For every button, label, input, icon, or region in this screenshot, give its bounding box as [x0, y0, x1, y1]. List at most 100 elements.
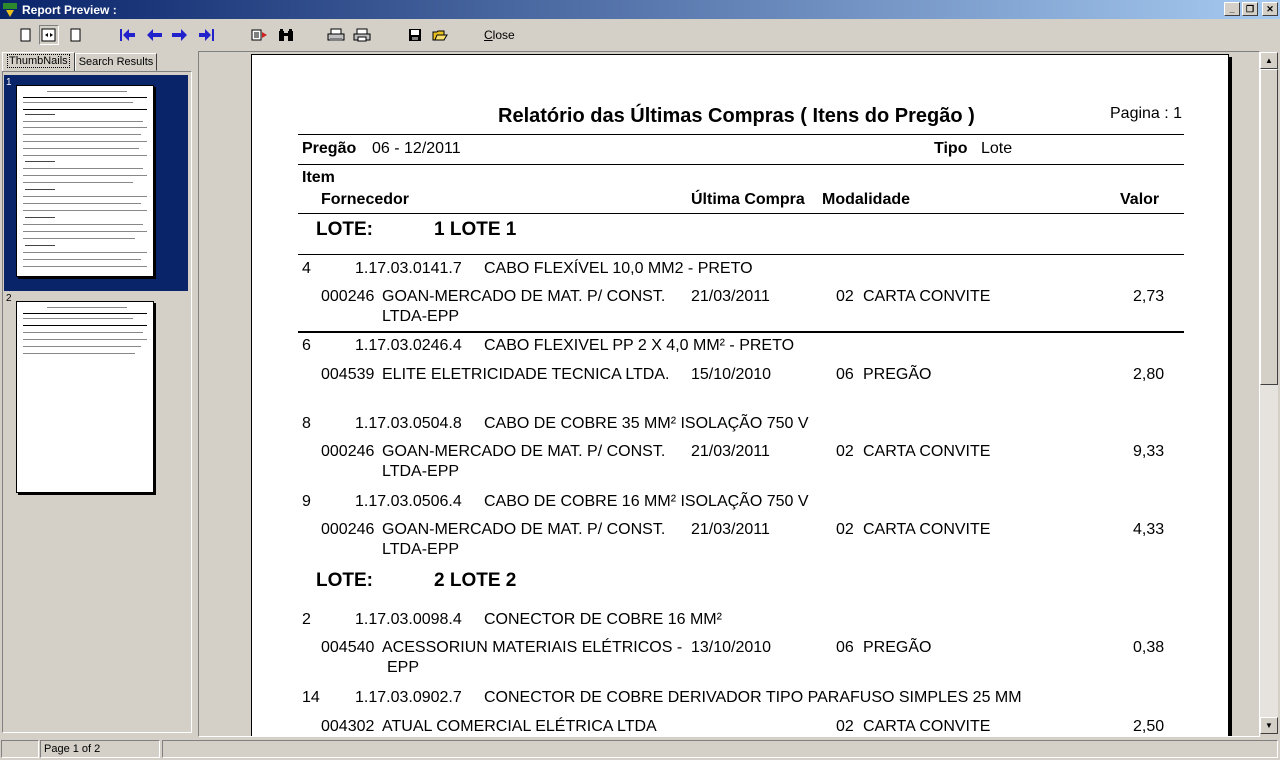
item-description: CABO FLEXIVEL PP 2 X 4,0 MM² - PRETO — [484, 337, 795, 354]
modality-code: 06 — [836, 639, 854, 656]
supplier-code: 004539 — [321, 366, 375, 383]
supplier-code: 004302 — [321, 718, 375, 735]
window-title: Report Preview : — [22, 2, 117, 17]
value: 2,50 — [1133, 718, 1165, 735]
lote-label: LOTE: — [316, 570, 373, 591]
thumbnail-number-2: 2 — [6, 293, 12, 304]
value: 9,33 — [1133, 443, 1165, 460]
arrow-right-icon — [172, 29, 187, 41]
binoculars-icon — [279, 29, 293, 41]
purchase-date: 21/03/2011 — [691, 288, 770, 305]
supplier-name-cont: LTDA-EPP — [382, 463, 460, 480]
close-window-button[interactable]: ✕ — [1262, 2, 1278, 16]
restore-button[interactable]: ❐ — [1242, 2, 1258, 16]
value: 4,33 — [1133, 521, 1165, 538]
close-button[interactable]: Close — [484, 28, 515, 42]
supplier-name: GOAN-MERCADO DE MAT. P/ CONST. — [382, 443, 666, 460]
supplier-code: 000246 — [321, 443, 375, 460]
tipo-label: Tipo — [934, 140, 968, 157]
previous-page-button[interactable] — [145, 25, 165, 45]
header-modalidade: Modalidade — [822, 191, 911, 208]
header-fornecedor: Fornecedor — [321, 191, 410, 208]
pregao-label: Pregão — [302, 140, 357, 157]
goto-page-icon — [251, 29, 267, 41]
item-code: 1.17.03.0098.4 — [355, 611, 462, 628]
thumbnail-page-1[interactable] — [16, 85, 154, 277]
tipo-value: Lote — [981, 140, 1013, 157]
scroll-down-button[interactable]: ▼ — [1260, 717, 1278, 734]
status-panel — [1, 740, 39, 758]
toolbar: Close — [0, 19, 1280, 51]
thumbnail-number-1: 1 — [6, 77, 12, 88]
print-button[interactable] — [352, 25, 372, 45]
title-bar: Report Preview : _ ❐ ✕ — [0, 0, 1280, 19]
modality-code: 02 — [836, 718, 854, 735]
thumbnail-page-2[interactable] — [16, 301, 154, 493]
next-page-button[interactable] — [170, 25, 190, 45]
page-width-icon — [41, 28, 56, 42]
item-number: 6 — [302, 337, 311, 354]
lote-name: 1 LOTE 1 — [434, 219, 517, 240]
header-item: Item — [302, 169, 335, 186]
divider — [298, 134, 1184, 135]
item-description: CONECTOR DE COBRE DERIVADOR TIPO PARAFUS… — [484, 689, 1022, 706]
single-page-button[interactable] — [16, 25, 36, 45]
purchase-date: 15/10/2010 — [691, 366, 772, 383]
modality-name: PREGÃO — [863, 366, 932, 383]
purchase-date: 13/10/2010 — [691, 639, 772, 656]
item-number: 9 — [302, 493, 311, 510]
divider — [298, 254, 1184, 255]
supplier-name: ACESSORIUN MATERIAIS ELÉTRICOS - — [382, 639, 683, 656]
open-button[interactable] — [430, 25, 450, 45]
first-page-button[interactable] — [118, 25, 138, 45]
page-width-button[interactable] — [39, 25, 59, 45]
print-setup-button[interactable] — [326, 25, 346, 45]
report-preview-area[interactable]: Relatório das Últimas Compras ( Itens do… — [198, 51, 1260, 737]
app-icon — [2, 2, 18, 18]
go-to-page-button[interactable] — [250, 25, 270, 45]
supplier-code: 000246 — [321, 521, 375, 538]
first-page-icon — [120, 29, 135, 41]
scroll-up-button[interactable]: ▲ — [1260, 52, 1278, 69]
purchase-date: 21/03/2011 — [691, 443, 770, 460]
purchase-date: 21/03/2011 — [691, 521, 770, 538]
supplier-name: GOAN-MERCADO DE MAT. P/ CONST. — [382, 288, 666, 305]
report-title: Relatório das Últimas Compras ( Itens do… — [498, 105, 975, 127]
item-code: 1.17.03.0504.8 — [355, 415, 462, 432]
item-number: 14 — [302, 689, 320, 706]
supplier-name-cont: LTDA-EPP — [382, 308, 460, 325]
modality-code: 02 — [836, 288, 854, 305]
divider — [298, 331, 1184, 333]
status-page-info: Page 1 of 2 — [40, 740, 160, 758]
tab-thumbnails[interactable]: ThumbNails — [2, 52, 75, 72]
minimize-button[interactable]: _ — [1224, 2, 1240, 16]
item-code: 1.17.03.0506.4 — [355, 493, 462, 510]
floppy-disk-icon — [409, 29, 421, 41]
modality-name: CARTA CONVITE — [863, 288, 991, 305]
arrow-left-icon — [147, 29, 162, 41]
printer-setup-icon — [327, 28, 345, 41]
item-description: CABO DE COBRE 35 MM² ISOLAÇÃO 750 V — [484, 415, 809, 432]
status-bar: Page 1 of 2 — [0, 738, 1280, 760]
scroll-thumb[interactable] — [1260, 69, 1278, 385]
supplier-name-cont: EPP — [387, 659, 420, 676]
pregao-value: 06 - 12/2011 — [372, 140, 461, 157]
save-button[interactable] — [405, 25, 425, 45]
item-number: 8 — [302, 415, 311, 432]
modality-name: CARTA CONVITE — [863, 443, 991, 460]
last-page-button[interactable] — [197, 25, 217, 45]
header-valor: Valor — [1120, 191, 1160, 208]
single-page-icon — [20, 28, 31, 42]
supplier-code: 000246 — [321, 288, 375, 305]
search-button[interactable] — [276, 25, 296, 45]
report-page: Relatório das Últimas Compras ( Itens do… — [251, 54, 1229, 736]
vertical-scrollbar[interactable]: ▲ ▼ — [1260, 52, 1278, 734]
full-page-button[interactable] — [66, 25, 86, 45]
value: 2,80 — [1133, 366, 1165, 383]
open-folder-icon — [432, 30, 448, 41]
supplier-name: GOAN-MERCADO DE MAT. P/ CONST. — [382, 521, 666, 538]
status-panel — [162, 740, 1278, 758]
printer-icon — [353, 28, 371, 42]
tab-search-results[interactable]: Search Results — [74, 53, 158, 71]
item-code: 1.17.03.0902.7 — [355, 689, 462, 706]
